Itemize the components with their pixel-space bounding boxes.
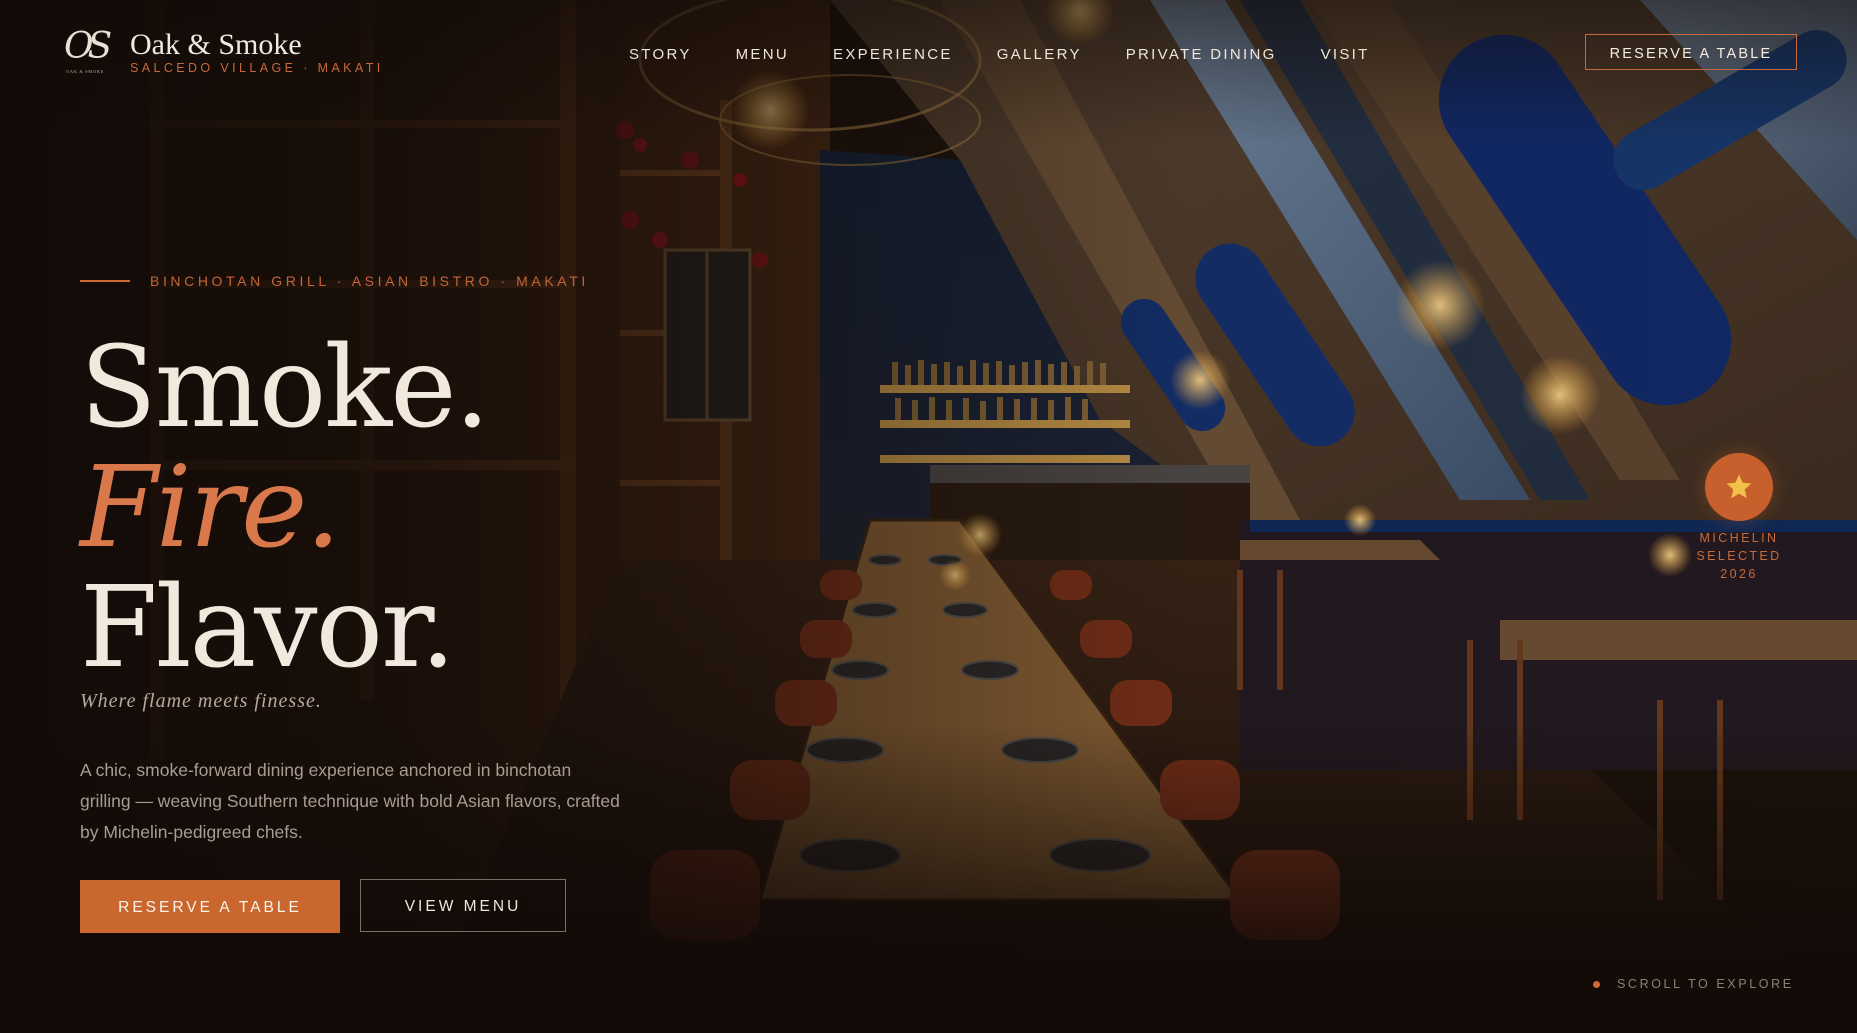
monogram-caption: OAK & SMOKE (66, 69, 104, 74)
hero-eyebrow: BINCHOTAN GRILL · ASIAN BISTRO · MAKATI (80, 273, 589, 289)
hero-tagline: Where flame meets finesse. (80, 690, 322, 712)
headline-fire: Fire. (80, 443, 341, 573)
nav-item-menu[interactable]: MENU (736, 45, 789, 65)
main-nav: STORY MENU EXPERIENCE GALLERY PRIVATE DI… (629, 45, 1414, 65)
badge-line-1: MICHELIN (1699, 531, 1779, 545)
scroll-dot-icon (1593, 980, 1600, 988)
scroll-hint-text: SCROLL TO EXPLORE (1617, 977, 1794, 991)
nav-item-private-dining[interactable]: PRIVATE DINING (1126, 45, 1277, 65)
nav-item-visit[interactable]: VISIT (1321, 45, 1370, 65)
nav-item-story[interactable]: STORY (629, 45, 692, 65)
michelin-badge-text: MICHELIN SELECTED 2026 (1690, 529, 1788, 583)
nav-item-gallery[interactable]: GALLERY (997, 45, 1082, 65)
star-icon (1726, 474, 1752, 499)
eyebrow-rule (80, 280, 130, 282)
view-menu-button[interactable]: VIEW MENU (360, 879, 566, 932)
brand-subtitle: SALCEDO VILLAGE · MAKATI (130, 61, 384, 75)
logo-monogram[interactable]: OS OAK & SMOKE (62, 26, 112, 77)
hero-description: A chic, smoke-forward dining experience … (80, 759, 620, 842)
monogram-letters: OS (64, 26, 112, 67)
headline-flavor: Flavor. (80, 563, 456, 693)
scroll-indicator[interactable]: SCROLL TO EXPLORE (1593, 977, 1794, 991)
badge-line-2: SELECTED (1696, 549, 1782, 563)
badge-line-3: 2026 (1720, 567, 1758, 581)
site-header: OS OAK & SMOKE Oak & Smoke SALCEDO VILLA… (0, 0, 1857, 110)
header-reserve-button[interactable]: RESERVE A TABLE (1585, 34, 1797, 70)
michelin-badge (1705, 453, 1773, 521)
headline-smoke: Smoke. (80, 323, 490, 453)
reserve-table-button[interactable]: RESERVE A TABLE (80, 880, 340, 933)
nav-item-experience[interactable]: EXPERIENCE (833, 45, 953, 65)
brand-name[interactable]: Oak & Smoke (130, 27, 302, 63)
eyebrow-text: BINCHOTAN GRILL · ASIAN BISTRO · MAKATI (150, 273, 589, 289)
